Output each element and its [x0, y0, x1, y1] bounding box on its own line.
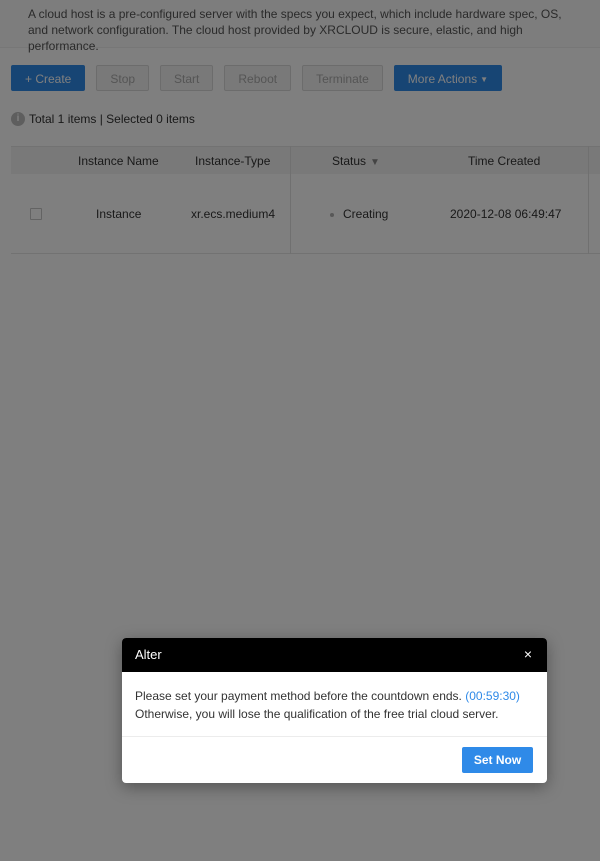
countdown-timer: (00:59:30) [465, 689, 520, 703]
instances-page: A cloud host is a pre-configured server … [0, 0, 600, 861]
close-icon[interactable]: × [521, 646, 535, 662]
set-now-button[interactable]: Set Now [462, 747, 533, 773]
dialog-message: Please set your payment method before th… [135, 687, 535, 723]
message-line-2: Otherwise, you will lose the qualificati… [135, 707, 499, 721]
dialog-header: Alter × [122, 638, 547, 672]
message-line-1: Please set your payment method before th… [135, 689, 466, 703]
payment-alert-dialog: Alter × Please set your payment method b… [122, 638, 547, 783]
dialog-title: Alter [135, 647, 162, 662]
dialog-divider [122, 736, 547, 737]
